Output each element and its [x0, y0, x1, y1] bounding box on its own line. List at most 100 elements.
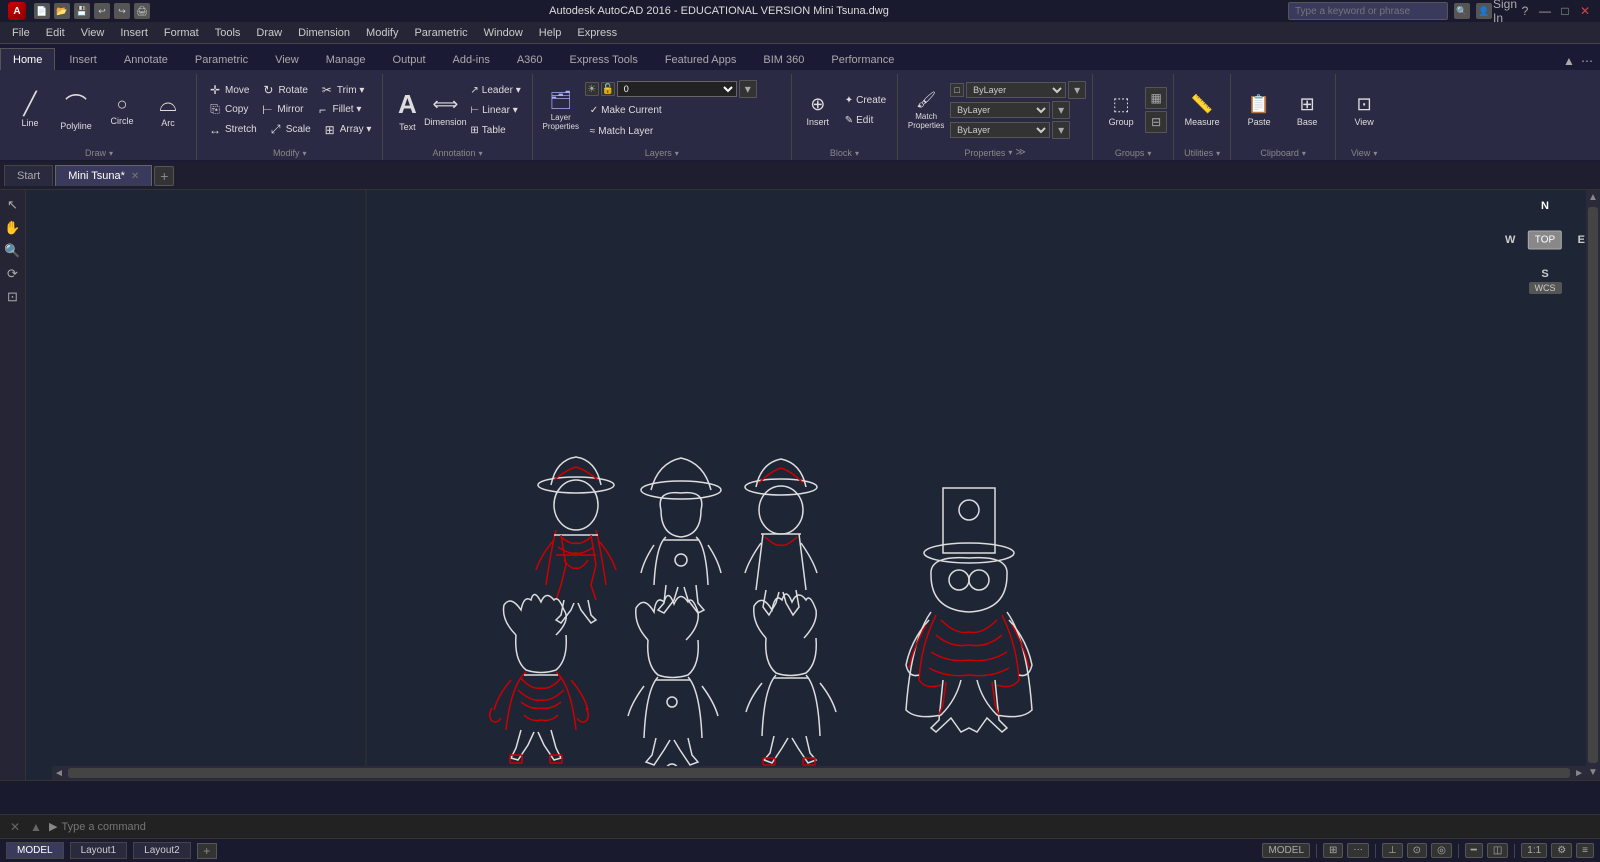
scroll-up-btn[interactable]: ▲ — [1586, 190, 1600, 205]
draw-arc-button[interactable]: ⌓ Arc — [146, 81, 190, 139]
lt-zoom-btn[interactable]: 🔍 — [2, 240, 24, 262]
layer-properties-button[interactable]: 🗂 Layer Properties — [539, 81, 583, 139]
layers-group-chevron[interactable]: ▾ — [675, 149, 679, 158]
snap-btn[interactable]: ⋅⋅⋅ — [1347, 843, 1369, 858]
tab-bim360[interactable]: BIM 360 — [750, 48, 817, 70]
block-group-chevron[interactable]: ▾ — [855, 149, 859, 158]
linetype-dropdown-btn[interactable]: ▾ — [1052, 101, 1070, 119]
menu-parametric[interactable]: Parametric — [406, 25, 475, 41]
menu-insert[interactable]: Insert — [112, 25, 156, 41]
compass-top-button[interactable]: TOP — [1528, 231, 1562, 250]
modify-fillet-button[interactable]: ⌐ Fillet ▾ — [310, 100, 366, 119]
tab-a360[interactable]: A360 — [504, 48, 556, 70]
transparency-btn[interactable]: ◫ — [1487, 843, 1508, 858]
groups-group-chevron[interactable]: ▾ — [1147, 149, 1151, 158]
menu-view[interactable]: View — [73, 25, 113, 41]
tab-express[interactable]: Express Tools — [557, 48, 651, 70]
annotation-table-button[interactable]: ⊞ Table — [465, 121, 525, 139]
lt-select-btn[interactable]: ↖ — [2, 194, 24, 216]
linetype-dropdown[interactable]: ByLayer — [950, 102, 1050, 118]
command-input[interactable] — [61, 821, 1594, 833]
quick-access-undo[interactable]: ↩ — [94, 3, 110, 19]
sign-in-icon[interactable]: 👤 — [1476, 3, 1492, 19]
modify-move-button[interactable]: ✛ Move — [203, 81, 254, 99]
osnap-btn[interactable]: ◎ — [1431, 843, 1452, 858]
doc-tab-start[interactable]: Start — [4, 165, 53, 186]
color-dropdown[interactable]: ByLayer — [966, 82, 1066, 98]
customization-btn[interactable]: ≡ — [1576, 843, 1594, 858]
doc-tab-minitsuna[interactable]: Mini Tsuna* ✕ — [55, 165, 152, 186]
lt-extents-btn[interactable]: ⊡ — [2, 286, 24, 308]
tab-home[interactable]: Home — [0, 48, 55, 70]
maximize-button[interactable]: □ — [1558, 4, 1572, 18]
modify-copy-button[interactable]: ⎘ Copy — [203, 100, 253, 119]
layout2-tab[interactable]: Layout2 — [133, 842, 191, 859]
block-create-button[interactable]: ✦ Create — [840, 91, 891, 109]
minimize-button[interactable]: — — [1538, 4, 1552, 18]
layout1-tab[interactable]: Layout1 — [70, 842, 128, 859]
menu-file[interactable]: File — [4, 25, 38, 41]
ribbon-menu-btn[interactable]: ⋯ — [1578, 52, 1596, 70]
help-button[interactable]: ? — [1518, 4, 1532, 18]
grid-btn[interactable]: ⊞ — [1323, 843, 1343, 858]
block-insert-button[interactable]: ⊕ Insert — [798, 81, 838, 139]
annotation-text-button[interactable]: A Text — [389, 81, 425, 139]
group-icon2[interactable]: ▦ — [1145, 87, 1167, 109]
layer-dropdown[interactable]: 0 — [617, 81, 737, 97]
group-button[interactable]: ⬚ Group — [1099, 81, 1143, 139]
tab-insert[interactable]: Insert — [56, 48, 110, 70]
menu-dimension[interactable]: Dimension — [290, 25, 358, 41]
scroll-hthumb[interactable] — [68, 768, 1570, 778]
modify-rotate-button[interactable]: ↻ Rotate — [256, 81, 312, 99]
vertical-scrollbar[interactable]: ▲ ▼ — [1586, 190, 1600, 780]
tab-performance[interactable]: Performance — [818, 48, 907, 70]
view-group-chevron[interactable]: ▾ — [1373, 149, 1377, 158]
modify-trim-button[interactable]: ✂ Trim ▾ — [315, 81, 369, 99]
base-button[interactable]: ⊞ Base — [1285, 81, 1329, 139]
modify-scale-button[interactable]: ⤢ Scale — [264, 120, 316, 139]
ortho-btn[interactable]: ⊥ — [1382, 843, 1403, 858]
model-space-btn[interactable]: MODEL — [1262, 843, 1310, 858]
menu-draw[interactable]: Draw — [248, 25, 290, 41]
menu-modify[interactable]: Modify — [358, 25, 406, 41]
menu-window[interactable]: Window — [476, 25, 531, 41]
polar-btn[interactable]: ⊙ — [1407, 843, 1427, 858]
scroll-left-btn[interactable]: ◄ — [52, 768, 66, 779]
modify-array-button[interactable]: ⊞ Array ▾ — [318, 120, 377, 139]
tab-featured[interactable]: Featured Apps — [652, 48, 750, 70]
annotation-group-chevron[interactable]: ▾ — [479, 149, 483, 158]
annotation-leader-button[interactable]: ↗ Leader ▾ — [465, 81, 525, 99]
add-layout-btn[interactable]: + — [197, 843, 217, 859]
horizontal-scrollbar[interactable]: ◄ ► — [52, 766, 1586, 780]
annotation-dimension-button[interactable]: ⟺ Dimension — [427, 81, 463, 139]
tab-addins[interactable]: Add-ins — [440, 48, 503, 70]
quick-access-redo[interactable]: ↪ — [114, 3, 130, 19]
quick-access-print[interactable]: 🖨 — [134, 3, 150, 19]
scroll-right-btn[interactable]: ► — [1572, 768, 1586, 779]
lineweight-btn[interactable]: ━ — [1465, 843, 1483, 858]
lt-pan-btn[interactable]: ✋ — [2, 217, 24, 239]
color-dropdown-btn[interactable]: ▾ — [1068, 81, 1086, 99]
quick-access-open[interactable]: 📂 — [54, 3, 70, 19]
modify-mirror-button[interactable]: ⊢ Mirror — [255, 100, 308, 119]
clipboard-group-chevron[interactable]: ▾ — [1302, 149, 1306, 158]
cmd-scroll-up-btn[interactable]: ▲ — [27, 818, 45, 836]
quick-access-save[interactable]: 💾 — [74, 3, 90, 19]
block-edit-button[interactable]: ✎ Edit — [840, 111, 891, 129]
tab-manage[interactable]: Manage — [313, 48, 379, 70]
search-input[interactable] — [1288, 2, 1448, 20]
properties-expand-btn[interactable]: ≫ — [1015, 147, 1025, 158]
search-icon[interactable]: 🔍 — [1454, 3, 1470, 19]
model-tab[interactable]: MODEL — [6, 842, 64, 859]
annotation-linear-button[interactable]: ⊢ Linear ▾ — [465, 101, 525, 119]
zoom-label[interactable]: 1:1 — [1521, 843, 1547, 858]
menu-format[interactable]: Format — [156, 25, 207, 41]
lineweight-dropdown-btn[interactable]: ▾ — [1052, 121, 1070, 139]
draw-group-chevron[interactable]: ▾ — [109, 149, 113, 158]
menu-express[interactable]: Express — [569, 25, 625, 41]
match-layer-button[interactable]: ≈ Match Layer — [585, 122, 785, 140]
settings-btn[interactable]: ⚙ — [1551, 843, 1572, 858]
draw-circle-button[interactable]: ○ Circle — [100, 81, 144, 139]
tab-annotate[interactable]: Annotate — [111, 48, 181, 70]
tab-parametric[interactable]: Parametric — [182, 48, 261, 70]
